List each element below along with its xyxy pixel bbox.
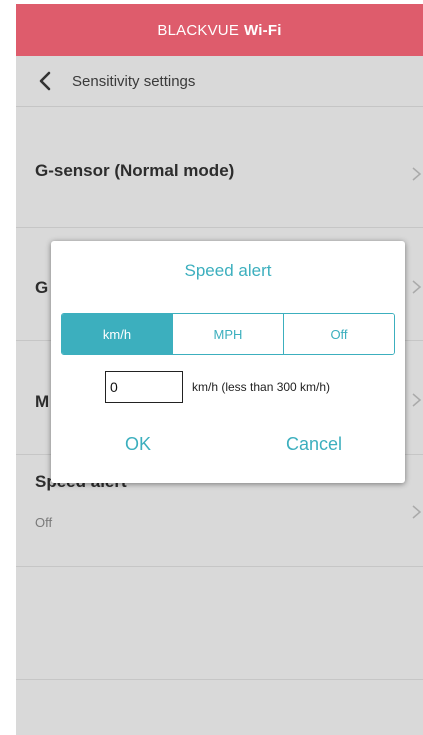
navigation-bar: Sensitivity settings — [16, 56, 423, 107]
row-label: G-sensor (Normal mode) — [35, 161, 235, 180]
chevron-right-icon — [412, 167, 422, 181]
app-title-bar: BLACKVUE Wi-Fi — [16, 4, 423, 56]
unit-mph-button[interactable]: MPH — [172, 314, 283, 354]
empty-row — [16, 566, 423, 680]
app-screen: BLACKVUE Wi-Fi Sensitivity settings G-se… — [16, 4, 423, 735]
chevron-right-icon — [412, 505, 422, 519]
unit-selector: km/h MPH Off — [61, 313, 395, 355]
speed-alert-dialog: Speed alert km/h MPH Off km/h (less than… — [51, 241, 405, 483]
speed-input[interactable] — [105, 371, 183, 403]
unit-kmh-button[interactable]: km/h — [62, 314, 172, 354]
brand-name: BLACKVUE — [157, 21, 240, 39]
row-value: Off — [35, 515, 53, 530]
dialog-title: Speed alert — [184, 261, 272, 280]
speed-limit-note: km/h (less than 300 km/h) — [192, 380, 331, 394]
chevron-right-icon — [412, 280, 422, 294]
chevron-left-icon[interactable] — [38, 67, 66, 95]
unit-off-button[interactable]: Off — [283, 314, 394, 354]
g-sensor-normal-row[interactable]: G-sensor (Normal mode) — [16, 106, 423, 228]
row-label: G — [35, 278, 49, 297]
chevron-right-icon — [412, 393, 422, 407]
brand-wifi: Wi-Fi — [244, 21, 282, 39]
left-margin — [0, 0, 16, 735]
cancel-button[interactable]: Cancel — [286, 434, 342, 455]
page-title: Sensitivity settings — [72, 72, 196, 90]
ok-button[interactable]: OK — [125, 434, 151, 455]
row-label: M — [35, 392, 50, 411]
